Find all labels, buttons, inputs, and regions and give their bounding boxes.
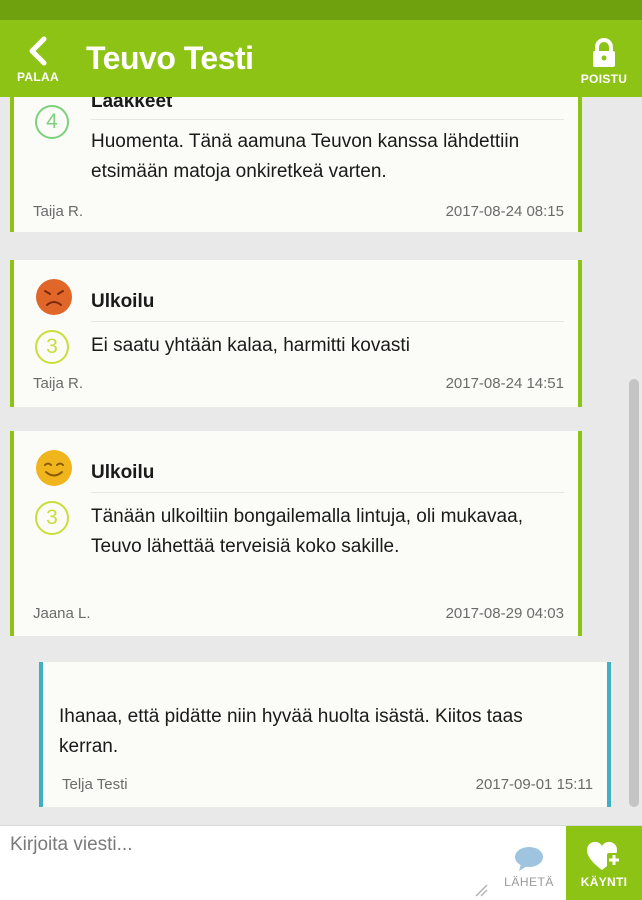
- divider: [91, 119, 564, 120]
- level-badge: 3: [35, 501, 69, 535]
- visit-text: Huomenta. Tänä aamuna Teuvon kanssa lähd…: [91, 131, 520, 182]
- visit-text: Tänään ulkoiltiin bongailemalla lintuja,…: [91, 506, 523, 557]
- author: Telja Testi: [62, 776, 128, 793]
- back-label: PALAA: [17, 70, 59, 84]
- divider: [91, 321, 564, 322]
- lock-icon: [593, 38, 615, 67]
- page-title: Teuvo Testi: [86, 40, 254, 76]
- author: Jaana L.: [33, 605, 91, 622]
- chevron-left-icon: [29, 36, 47, 66]
- timestamp: 2017-08-24 14:51: [445, 375, 564, 392]
- timestamp: 2017-09-01 15:11: [475, 776, 593, 793]
- timestamp: 2017-08-29 04:03: [445, 605, 564, 622]
- app-header: PALAA Teuvo Testi POISTU: [0, 20, 642, 97]
- visit-title: Ulkoilu: [91, 291, 155, 312]
- heart-plus-icon: [586, 841, 621, 870]
- logout-label: POISTU: [580, 72, 628, 86]
- logout-button[interactable]: POISTU: [576, 38, 632, 94]
- sad-face-icon: [36, 279, 72, 315]
- send-label: LÄHETÄ: [504, 875, 554, 889]
- visit-title: Lääkkeet: [91, 97, 173, 112]
- author: Taija R.: [33, 203, 84, 220]
- status-strip: [0, 0, 642, 20]
- visit-label: KÄYNTI: [580, 875, 628, 889]
- visit-text: Ei saatu yhtään kalaa, harmitti kovasti: [91, 335, 410, 356]
- back-button[interactable]: PALAA: [10, 36, 66, 92]
- scrollbar-track[interactable]: [626, 97, 642, 825]
- compose-bar: LÄHETÄ KÄYNTI: [0, 825, 642, 900]
- chat-bubble-icon: [515, 847, 543, 871]
- level-badge: 4: [35, 105, 69, 139]
- visit-card[interactable]: Lääkkeet 4 Huomenta. Tänä aamuna Teuvon …: [10, 97, 582, 232]
- visit-card[interactable]: Ulkoilu 3 Tänään ulkoiltiin bongailemall…: [10, 431, 582, 636]
- happy-face-icon: [36, 450, 72, 486]
- visit-title: Ulkoilu: [91, 462, 155, 483]
- message-feed[interactable]: Lääkkeet 4 Huomenta. Tänä aamuna Teuvon …: [0, 97, 642, 825]
- divider: [91, 492, 564, 493]
- visit-card[interactable]: Ulkoilu 3 Ei saatu yhtään kalaa, harmitt…: [10, 260, 582, 407]
- resize-grip-icon[interactable]: [472, 881, 488, 897]
- reply-text: Ihanaa, että pidätte niin hyvää huolta i…: [59, 706, 523, 757]
- message-input[interactable]: [0, 826, 490, 900]
- scrollbar-thumb[interactable]: [629, 379, 639, 807]
- timestamp: 2017-08-24 08:15: [445, 203, 564, 220]
- send-button[interactable]: LÄHETÄ: [496, 826, 562, 900]
- level-badge: 3: [35, 330, 69, 364]
- author: Taija R.: [33, 375, 84, 392]
- reply-card[interactable]: Ihanaa, että pidätte niin hyvää huolta i…: [39, 662, 611, 807]
- visit-button[interactable]: KÄYNTI: [566, 826, 642, 900]
